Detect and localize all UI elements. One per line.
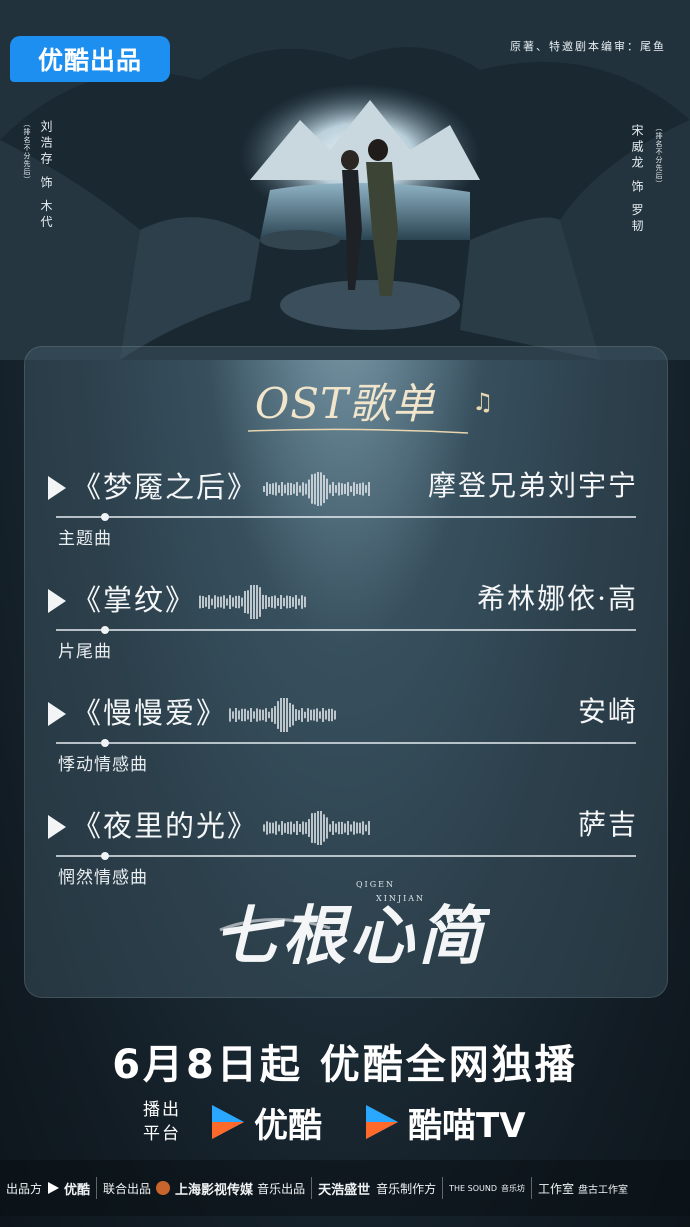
kumiao-logo-icon: [366, 1105, 398, 1139]
release-info: 6月8日起 优酷全网独播: [112, 1042, 578, 1088]
song-artist: 摩登兄弟刘宇宁: [427, 469, 638, 502]
progress-knob[interactable]: [101, 739, 109, 747]
progress-bar[interactable]: [56, 739, 636, 747]
song-type: 片尾曲: [58, 642, 112, 662]
footer-credits: 出品方 优酷 联合出品 上海影视传媒 音乐出品 天浩盛世 音乐制作方 THE S…: [0, 1160, 690, 1216]
song-type: 主题曲: [58, 529, 112, 549]
youku-logo-icon: [212, 1105, 244, 1139]
song-name: 《慢慢爱》: [72, 696, 228, 730]
progress-knob[interactable]: [101, 626, 109, 634]
song-type: 悸动情感曲: [58, 755, 148, 775]
song-artist: 希林娜依·高: [477, 582, 638, 615]
divider: [311, 1177, 313, 1199]
song-item-1[interactable]: 《梦魇之后》 摩登兄弟刘宇宁 主题曲: [48, 469, 648, 571]
progress-knob[interactable]: [101, 513, 109, 521]
platform-youku[interactable]: 优酷: [206, 1098, 322, 1146]
song-item-3[interactable]: 《慢慢爱》 安崎 悸动情感曲: [48, 695, 648, 797]
waveform-icon: [263, 472, 370, 506]
footer-music-maker: 音乐制作方 THE SOUND 音乐坊: [376, 1177, 525, 1199]
footer-music-producer: 音乐出品 天浩盛世: [257, 1177, 370, 1199]
smg-logo-icon: [156, 1181, 171, 1195]
music-note-icon: ♫: [472, 388, 494, 416]
progress-bar[interactable]: [56, 513, 636, 521]
ost-title: OST歌单: [254, 379, 436, 428]
song-name: 《梦魇之后》: [72, 470, 259, 504]
producer-badge: 优酷出品: [10, 36, 170, 82]
divider: [96, 1177, 98, 1199]
cast-credit-right: 宋威龙 饰 罗韧: [630, 124, 644, 236]
song-name: 《掌纹》: [72, 583, 197, 617]
play-icon[interactable]: [48, 476, 66, 500]
show-pinyin-bottom: XINJIAN: [376, 894, 425, 903]
cast-note-right: （排名不分先后）: [655, 124, 663, 188]
cast-credit-left: 刘浩存 饰 木代: [39, 120, 53, 232]
youku-small-icon: [48, 1182, 60, 1194]
song-type: 惘然情感曲: [58, 868, 148, 888]
song-name: 《夜里的光》: [72, 809, 259, 843]
progress-bar[interactable]: [56, 626, 636, 634]
song-artist: 安崎: [577, 695, 638, 728]
progress-bar[interactable]: [56, 852, 636, 860]
cast-note-left: （排名不分先后）: [23, 120, 31, 184]
play-icon[interactable]: [48, 702, 66, 726]
platform-label: 播出 平台: [143, 1100, 181, 1144]
footer-producer: 出品方 优酷: [6, 1181, 91, 1198]
play-icon[interactable]: [48, 815, 66, 839]
waveform-icon: [199, 585, 306, 619]
waveform-icon: [263, 811, 370, 845]
song-artist: 萨吉: [577, 808, 638, 841]
show-title-text: 七根心简: [214, 899, 490, 974]
footer-studio: 工作室 盘古工作室: [537, 1181, 628, 1196]
divider: [442, 1177, 444, 1199]
original-author-credit: 原著、特邀剧本编审：尾鱼: [510, 40, 666, 53]
show-title-logo: 七根心简: [210, 870, 490, 990]
platform-kumiao-tv[interactable]: 酷喵TV: [360, 1098, 526, 1146]
divider: [530, 1177, 532, 1199]
title-underline: [248, 428, 468, 434]
waveform-icon: [229, 698, 336, 732]
show-pinyin-top: QIGEN: [356, 880, 395, 889]
song-item-2[interactable]: 《掌纹》 希林娜依·高 片尾曲: [48, 582, 648, 684]
play-icon[interactable]: [48, 589, 66, 613]
footer-joint-producer: 联合出品 上海影视传媒: [103, 1181, 254, 1198]
progress-knob[interactable]: [101, 852, 109, 860]
